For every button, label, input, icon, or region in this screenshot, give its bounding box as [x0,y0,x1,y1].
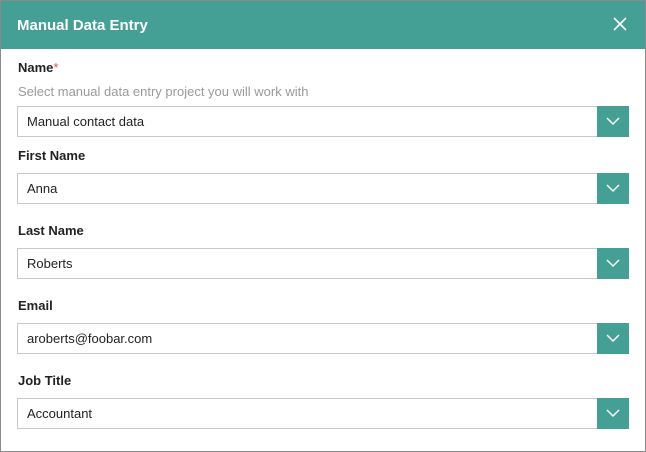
dialog-title: Manual Data Entry [17,17,148,34]
first-name-label: First Name [18,148,86,163]
chevron-down-icon [606,259,620,268]
email-select-value: aroberts@foobar.com [27,331,153,346]
email-label: Email [18,298,53,313]
job-title-label: Job Title [18,373,72,388]
job-title-select[interactable]: Accountant [17,398,629,429]
chevron-down-icon [606,117,620,126]
name-label: Name* [18,60,58,76]
name-dropdown-button[interactable] [597,106,629,137]
last-name-select[interactable]: Roberts [17,248,629,279]
email-select[interactable]: aroberts@foobar.com [17,323,629,354]
name-hint: Select manual data entry project you wil… [18,84,309,99]
name-label-text: Name [18,60,54,75]
chevron-down-icon [606,409,620,418]
dialog-header: Manual Data Entry [1,1,645,49]
first-name-dropdown-button[interactable] [597,173,629,204]
name-select-value: Manual contact data [27,114,145,129]
close-icon [613,17,627,31]
last-name-dropdown-button[interactable] [597,248,629,279]
required-marker: * [53,60,59,75]
chevron-down-icon [606,184,620,193]
first-name-select[interactable]: Anna [17,173,629,204]
job-title-select-value: Accountant [27,406,93,421]
email-dropdown-button[interactable] [597,323,629,354]
close-button[interactable] [609,13,631,35]
first-name-select-value: Anna [27,181,58,196]
name-select[interactable]: Manual contact data [17,106,629,137]
job-title-dropdown-button[interactable] [597,398,629,429]
manual-data-entry-dialog: Manual Data Entry Name* Select manual da… [0,0,646,452]
chevron-down-icon [606,334,620,343]
last-name-label: Last Name [18,223,84,238]
last-name-select-value: Roberts [27,256,73,271]
